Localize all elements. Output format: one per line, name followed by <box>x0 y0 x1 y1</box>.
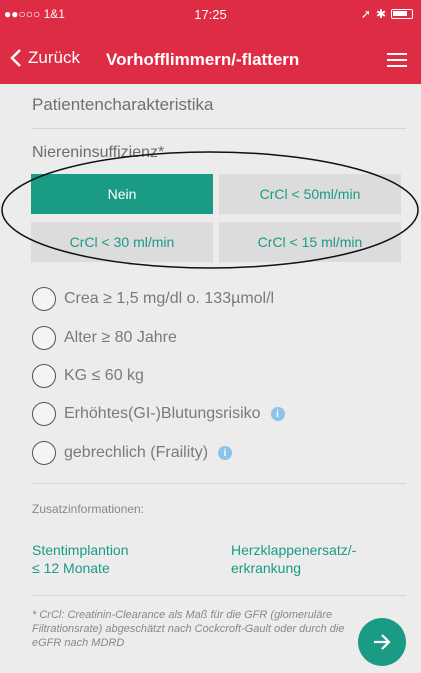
radio-circle <box>32 364 56 388</box>
link-line: Herzklappenersatz/- <box>231 542 357 558</box>
bluetooth-icon: ✱ <box>375 7 386 21</box>
hamburger-icon[interactable] <box>387 53 407 67</box>
info-icon[interactable]: i <box>270 407 285 421</box>
section-title: Patientencharakteristika <box>32 95 214 114</box>
option-label: Crea ≥ 1,5 mg/dl o. 133µmol/l <box>64 290 275 307</box>
radio-circle <box>32 441 56 465</box>
option-alter[interactable]: Alter ≥ 80 Jahre <box>32 326 177 350</box>
radio-circle <box>32 326 56 350</box>
option-kg[interactable]: KG ≤ 60 kg <box>32 364 144 388</box>
option-crcl-30[interactable]: CrCl < 30 ml/min <box>31 222 213 262</box>
radio-circle <box>32 402 56 426</box>
back-button[interactable]: Zurück <box>10 48 80 68</box>
page-title: Vorhofflimmern/-flattern <box>106 50 300 69</box>
status-bar: ●●○○○ 1&1 17:25 ➚ ✱ <box>0 0 421 30</box>
option-label: Erhöhtes(GI-)Blutungsrisiko <box>64 405 261 422</box>
option-label: Alter ≥ 80 Jahre <box>64 329 177 346</box>
chevron-left-icon <box>10 49 21 67</box>
option-label: KG ≤ 60 kg <box>64 367 144 384</box>
option-crea[interactable]: Crea ≥ 1,5 mg/dl o. 133µmol/l <box>32 287 274 311</box>
zusatz-heading: Zusatzinformationen: <box>32 502 145 516</box>
link-line: ≤ 12 Monate <box>32 560 110 576</box>
nav-bar: Zurück Vorhofflimmern/-flattern <box>0 40 421 80</box>
link-line: Stentimplantion <box>32 542 129 558</box>
niereninsuffizienz-label: Niereninsuffizienz* <box>32 144 165 161</box>
footnote: * CrCl: Creatinin-Clearance als Maß für … <box>32 609 345 649</box>
option-label: gebrechlich (Fraility) <box>64 444 209 461</box>
link-stentimplantion[interactable]: Stentimplantion ≤ 12 Monate <box>32 541 129 577</box>
location-icon: ➚ <box>360 7 371 21</box>
divider <box>32 595 406 596</box>
option-crcl-15[interactable]: CrCl < 15 ml/min <box>219 222 401 262</box>
next-button[interactable] <box>358 618 406 666</box>
back-label: Zurück <box>28 48 80 67</box>
option-nein[interactable]: Nein <box>31 174 213 214</box>
arrow-right-icon <box>374 634 391 650</box>
clock: 17:25 <box>194 7 227 22</box>
link-line: erkrankung <box>231 560 302 576</box>
option-crcl-50[interactable]: CrCl < 50ml/min <box>219 174 401 214</box>
radio-circle <box>32 287 56 311</box>
divider <box>32 483 406 484</box>
info-icon[interactable]: i <box>218 446 233 460</box>
battery-icon <box>391 9 413 19</box>
status-icons: ➚ ✱ <box>361 7 413 21</box>
link-herzklappenersatz[interactable]: Herzklappenersatz/- erkrankung <box>231 541 356 577</box>
option-blutungsrisiko[interactable]: Erhöhtes(GI-)Blutungsrisiko i <box>32 402 285 426</box>
divider <box>32 128 406 129</box>
option-frailty[interactable]: gebrechlich (Fraility) i <box>32 441 233 465</box>
app-header: ●●○○○ 1&1 17:25 ➚ ✱ Zurück Vorhofflimmer… <box>0 0 421 84</box>
